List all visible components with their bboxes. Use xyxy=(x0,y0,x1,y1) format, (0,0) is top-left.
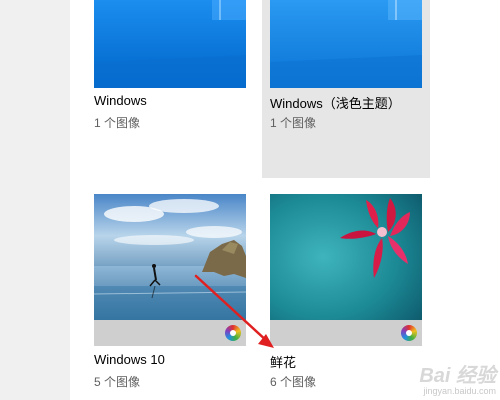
theme-name: 鲜花 xyxy=(270,355,297,370)
theme-thumbnail-flowers xyxy=(270,194,422,346)
color-wheel-icon xyxy=(401,325,417,341)
left-panel-strip xyxy=(0,0,70,400)
baidu-jingyan-watermark: Bai 经验 jingyan.baidu.com xyxy=(419,359,496,396)
theme-tile-windows-10[interactable]: Windows 10 5 个图像 xyxy=(94,194,262,394)
theme-image-count: 1 个图像 xyxy=(270,116,317,130)
watermark-brand: Bai 经验 xyxy=(419,365,496,387)
beach-wallpaper-image xyxy=(94,194,246,320)
theme-thumbnail-windows xyxy=(94,0,246,88)
watermark-url: jingyan.baidu.com xyxy=(423,386,496,396)
theme-name: Windows xyxy=(94,93,147,108)
theme-tile-flowers[interactable]: 鲜花 6 个图像 xyxy=(270,194,438,394)
themes-page: Windows 1 个图像 Windows（浅色主题） 1 个图像 Window… xyxy=(0,0,500,400)
theme-tile-windows[interactable]: Windows 1 个图像 xyxy=(94,0,262,140)
flower-wallpaper-image xyxy=(270,194,422,320)
theme-image-count: 1 个图像 xyxy=(94,116,141,130)
theme-name: Windows（浅色主题） xyxy=(270,96,401,111)
theme-thumbnail-windows-10 xyxy=(94,194,246,346)
color-wheel-icon xyxy=(225,325,241,341)
theme-thumbnail-windows-light xyxy=(270,0,422,88)
windows-wallpaper-image xyxy=(94,0,246,88)
theme-color-bar xyxy=(94,320,246,346)
theme-image-count: 5 个图像 xyxy=(94,375,141,389)
theme-color-bar xyxy=(270,320,422,346)
theme-image-count: 6 个图像 xyxy=(270,375,317,389)
theme-tile-windows-light[interactable]: Windows（浅色主题） 1 个图像 xyxy=(262,0,430,178)
windows-light-wallpaper-image xyxy=(270,0,422,88)
theme-name: Windows 10 xyxy=(94,352,165,367)
